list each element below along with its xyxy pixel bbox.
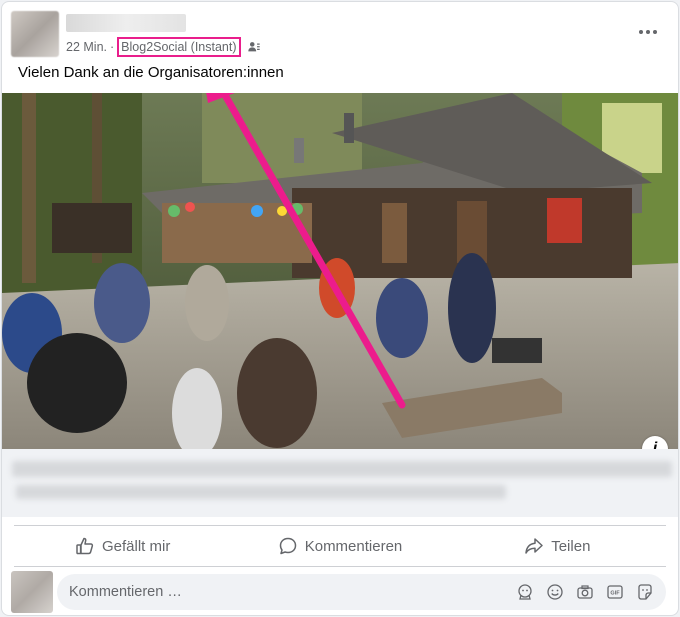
post-photo[interactable]: [2, 93, 678, 449]
link-preview-redacted[interactable]: [2, 449, 678, 517]
photo-illustration: [2, 93, 678, 449]
camera-icon[interactable]: [576, 583, 594, 601]
user-avatar[interactable]: [11, 571, 53, 613]
author-name-redacted[interactable]: [66, 14, 186, 32]
thumbs-up-icon: [76, 537, 94, 555]
comment-label: Kommentieren: [304, 537, 403, 555]
post-source-app[interactable]: Blog2Social (Instant): [117, 37, 241, 57]
preview-blur-line: [16, 485, 506, 499]
comment-icons: GIF: [516, 583, 654, 601]
more-horizontal-icon: [639, 30, 643, 34]
comment-icon: [279, 537, 296, 555]
friends-icon[interactable]: [247, 40, 261, 54]
comment-composer: Kommentieren … GIF: [11, 571, 666, 613]
more-options-button[interactable]: [636, 22, 660, 42]
more-dot: [646, 30, 650, 34]
svg-text:GIF: GIF: [610, 591, 620, 597]
comment-placeholder: Kommentieren …: [69, 584, 182, 600]
gif-icon[interactable]: GIF: [606, 583, 624, 601]
emoji-icon[interactable]: [546, 583, 564, 601]
share-icon: [525, 538, 543, 554]
avatar-sticker-icon[interactable]: [516, 583, 534, 601]
post-meta: 22 Min. · Blog2Social (Instant): [66, 37, 261, 57]
share-label: Teilen: [551, 537, 591, 555]
sticker-icon[interactable]: [636, 583, 654, 601]
meta-separator: ·: [110, 40, 115, 54]
author-avatar[interactable]: [11, 11, 59, 57]
comment-input[interactable]: Kommentieren … GIF: [57, 574, 666, 610]
like-button[interactable]: Gefällt mir: [14, 526, 231, 566]
post-text: Vielen Dank an die Organisatoren:innen: [18, 64, 284, 81]
post-timestamp[interactable]: 22 Min.: [66, 40, 107, 54]
like-label: Gefällt mir: [101, 537, 171, 555]
comment-button[interactable]: Kommentieren: [231, 526, 448, 566]
post-actions: Gefällt mir Kommentieren Teilen: [14, 525, 666, 567]
more-dot: [653, 30, 657, 34]
share-button[interactable]: Teilen: [449, 526, 666, 566]
preview-blur-line: [12, 461, 672, 477]
post-card: 22 Min. · Blog2Social (Instant) Vielen D…: [1, 1, 679, 616]
